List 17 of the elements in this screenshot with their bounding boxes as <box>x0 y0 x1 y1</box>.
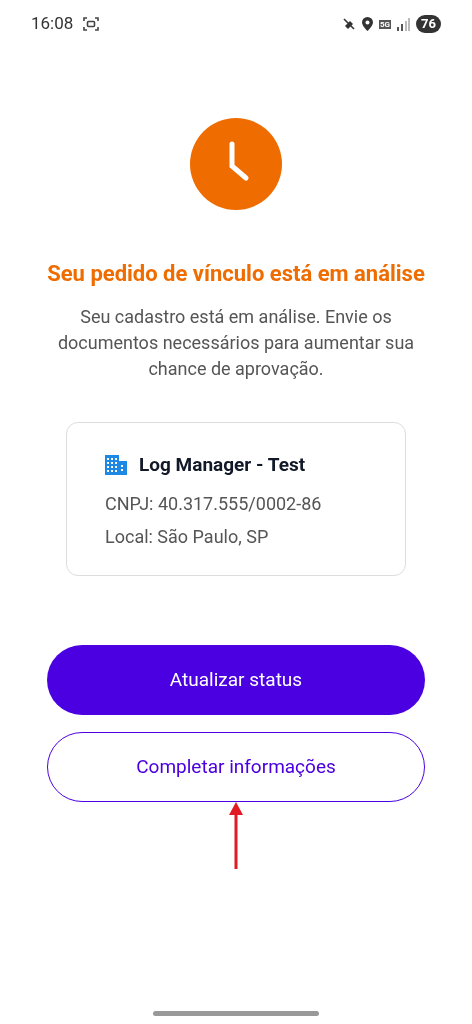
status-description: Seu cadastro está em análise. Envie os documentos necessários para aumentar sua chance de aprovação. <box>56 305 416 381</box>
company-location: Local: São Paulo, SP <box>105 524 270 549</box>
update-status-button[interactable]: Atualizar status <box>47 645 425 715</box>
location-icon <box>362 17 374 31</box>
network-label: 5G <box>379 19 392 29</box>
building-icon <box>105 455 127 476</box>
company-name: Log Manager - Test <box>139 452 306 478</box>
clock-time: 16:08 <box>31 12 74 36</box>
complete-info-button[interactable]: Completar informações <box>47 732 425 802</box>
company-cnpj: CNPJ: 40.317.555/0002-86 <box>105 491 323 516</box>
status-title: Seu pedido de vínculo está em análise <box>46 260 426 288</box>
arrow-icon <box>228 802 244 870</box>
battery-indicator: 76 <box>416 15 441 33</box>
signal-icon <box>397 17 411 31</box>
mute-icon <box>342 17 357 31</box>
clock-icon <box>190 118 282 210</box>
screenshot-icon <box>83 16 100 32</box>
